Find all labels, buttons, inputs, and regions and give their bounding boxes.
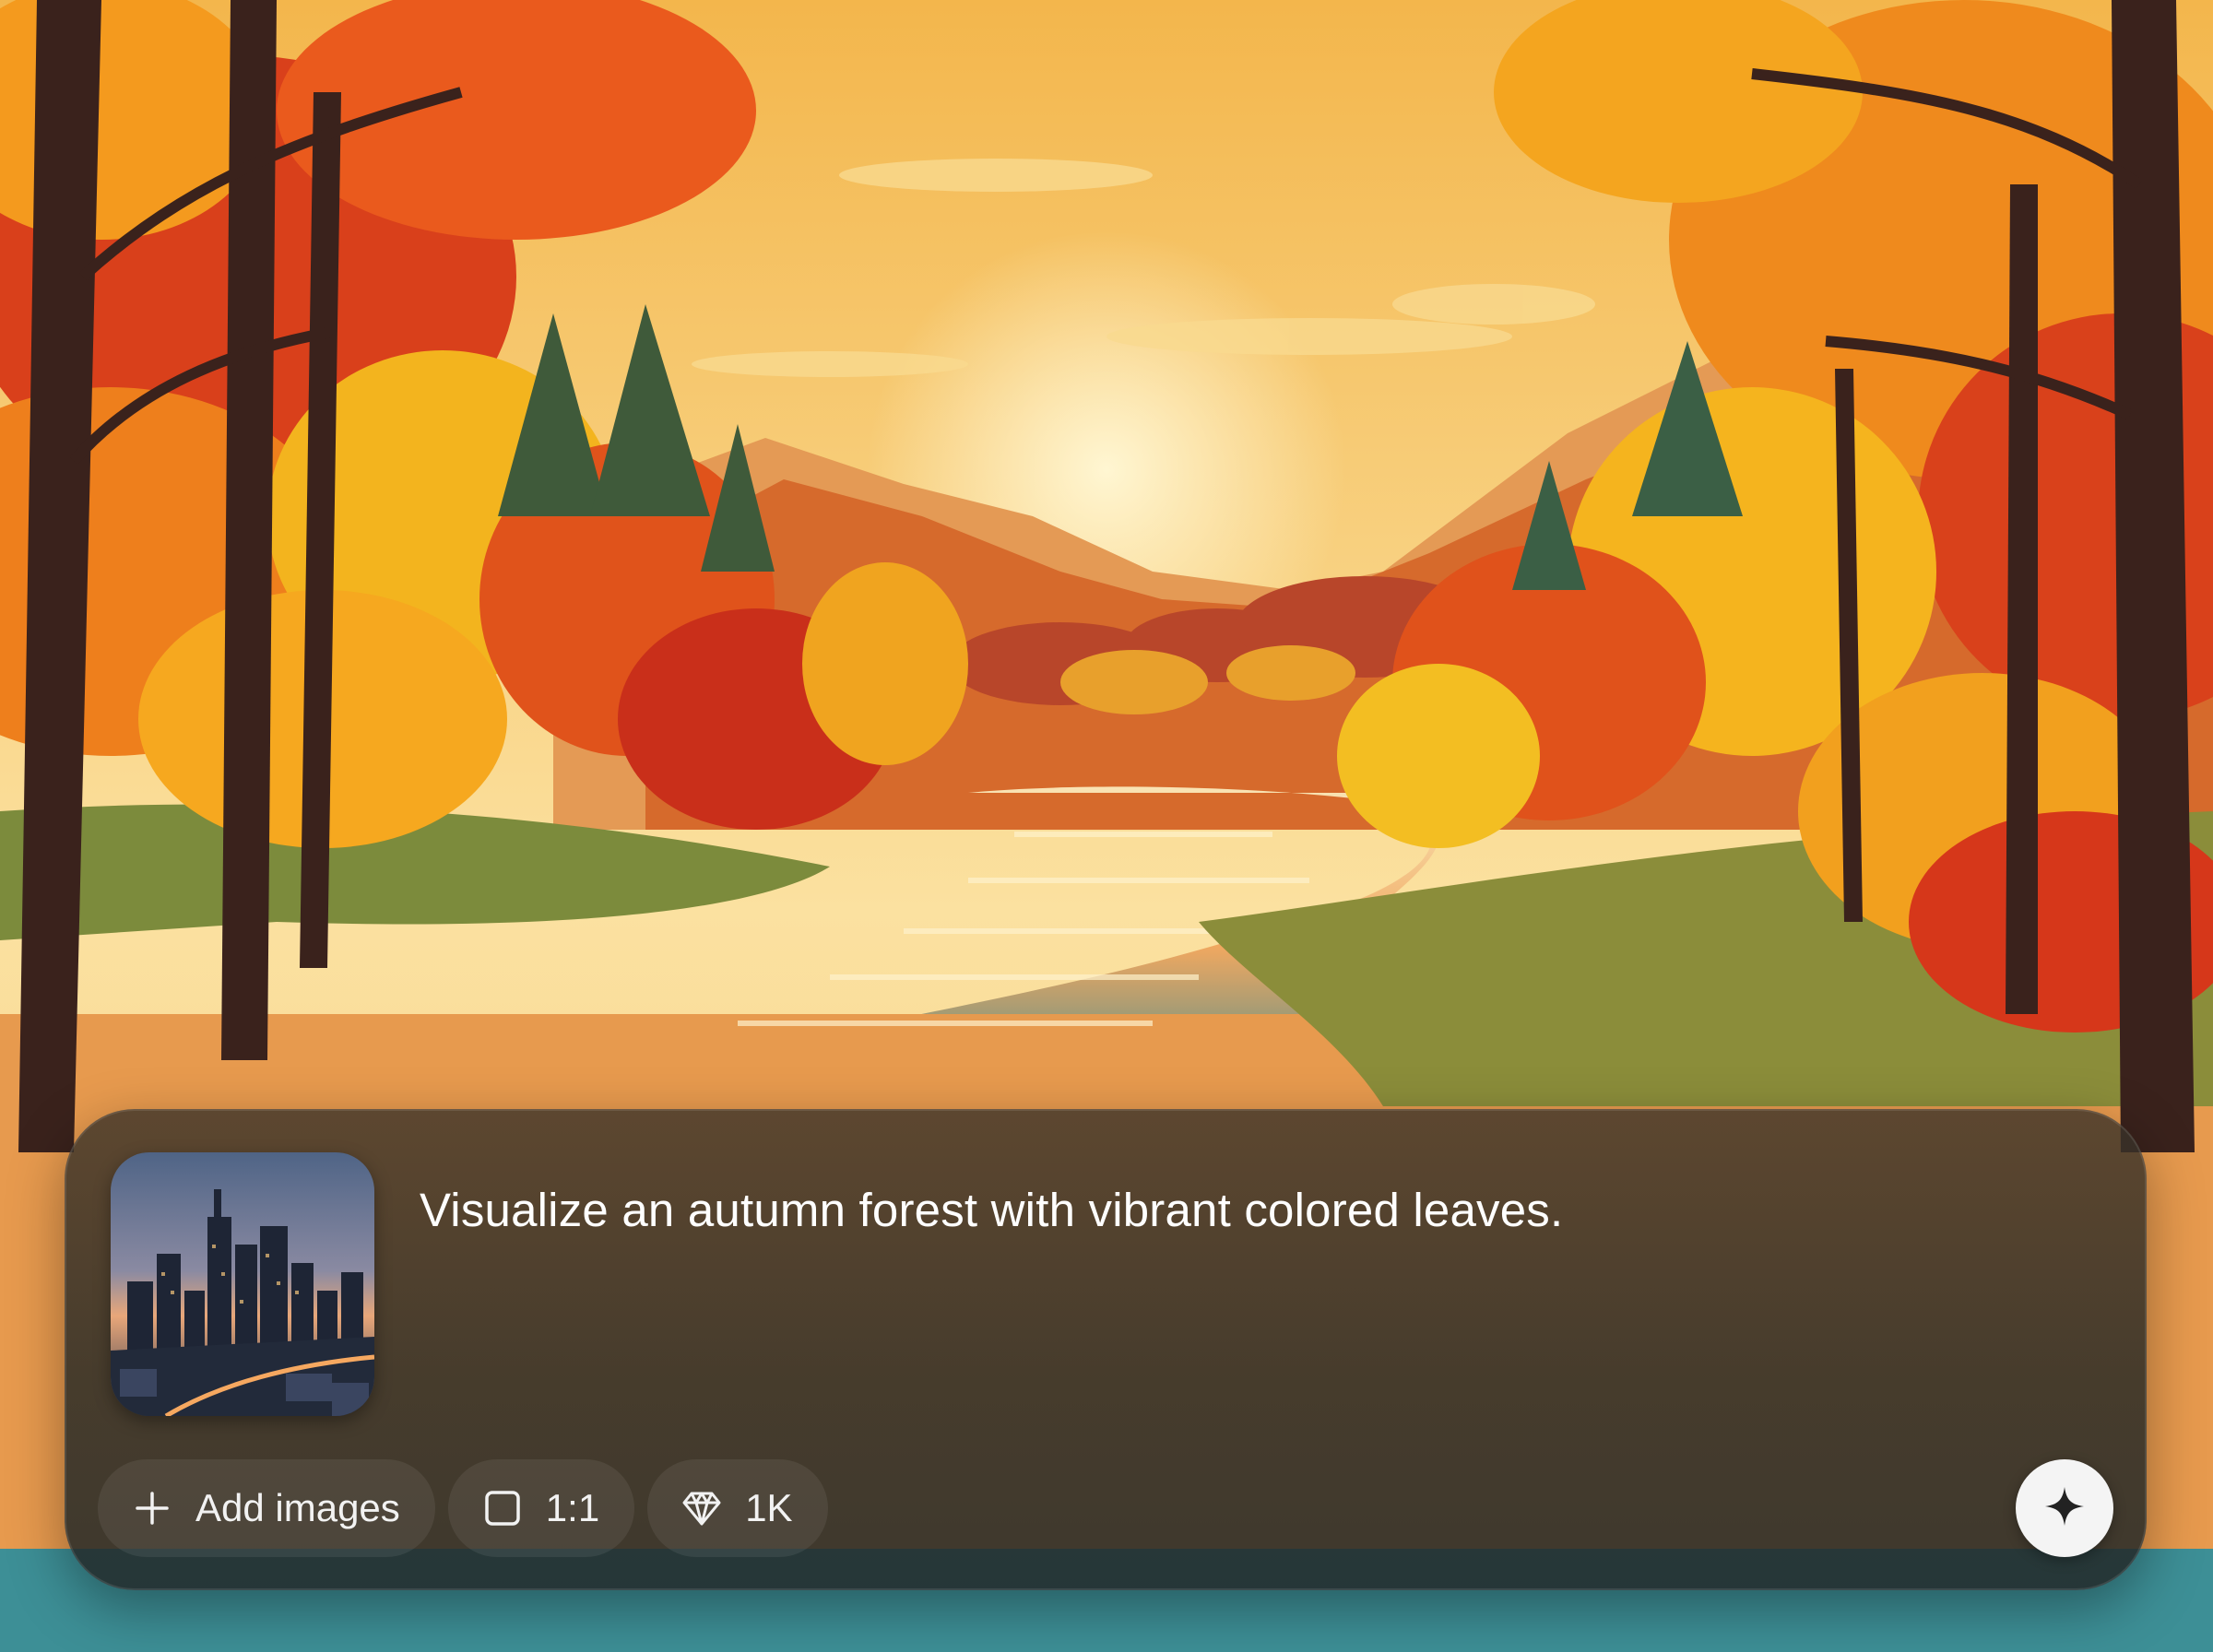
sparkle-icon <box>2043 1485 2086 1532</box>
generate-button[interactable] <box>2016 1459 2113 1557</box>
add-images-button[interactable]: Add images <box>98 1459 435 1557</box>
reference-image-thumbnail[interactable] <box>111 1152 374 1416</box>
composer-controls: Add images 1:1 1K <box>98 1459 828 1557</box>
plus-icon <box>131 1487 173 1529</box>
resolution-button[interactable]: 1K <box>647 1459 828 1557</box>
prompt-text[interactable]: Visualize an autumn forest with vibrant … <box>420 1181 2036 1240</box>
resolution-label: 1K <box>745 1486 793 1529</box>
aspect-ratio-label: 1:1 <box>545 1486 600 1529</box>
diamond-icon <box>680 1487 723 1529</box>
prompt-composer: Visualize an autumn forest with vibrant … <box>65 1109 2147 1590</box>
square-icon <box>481 1487 524 1529</box>
city-skyline-image <box>111 1152 374 1416</box>
aspect-ratio-button[interactable]: 1:1 <box>447 1459 635 1557</box>
add-images-label: Add images <box>195 1486 400 1529</box>
